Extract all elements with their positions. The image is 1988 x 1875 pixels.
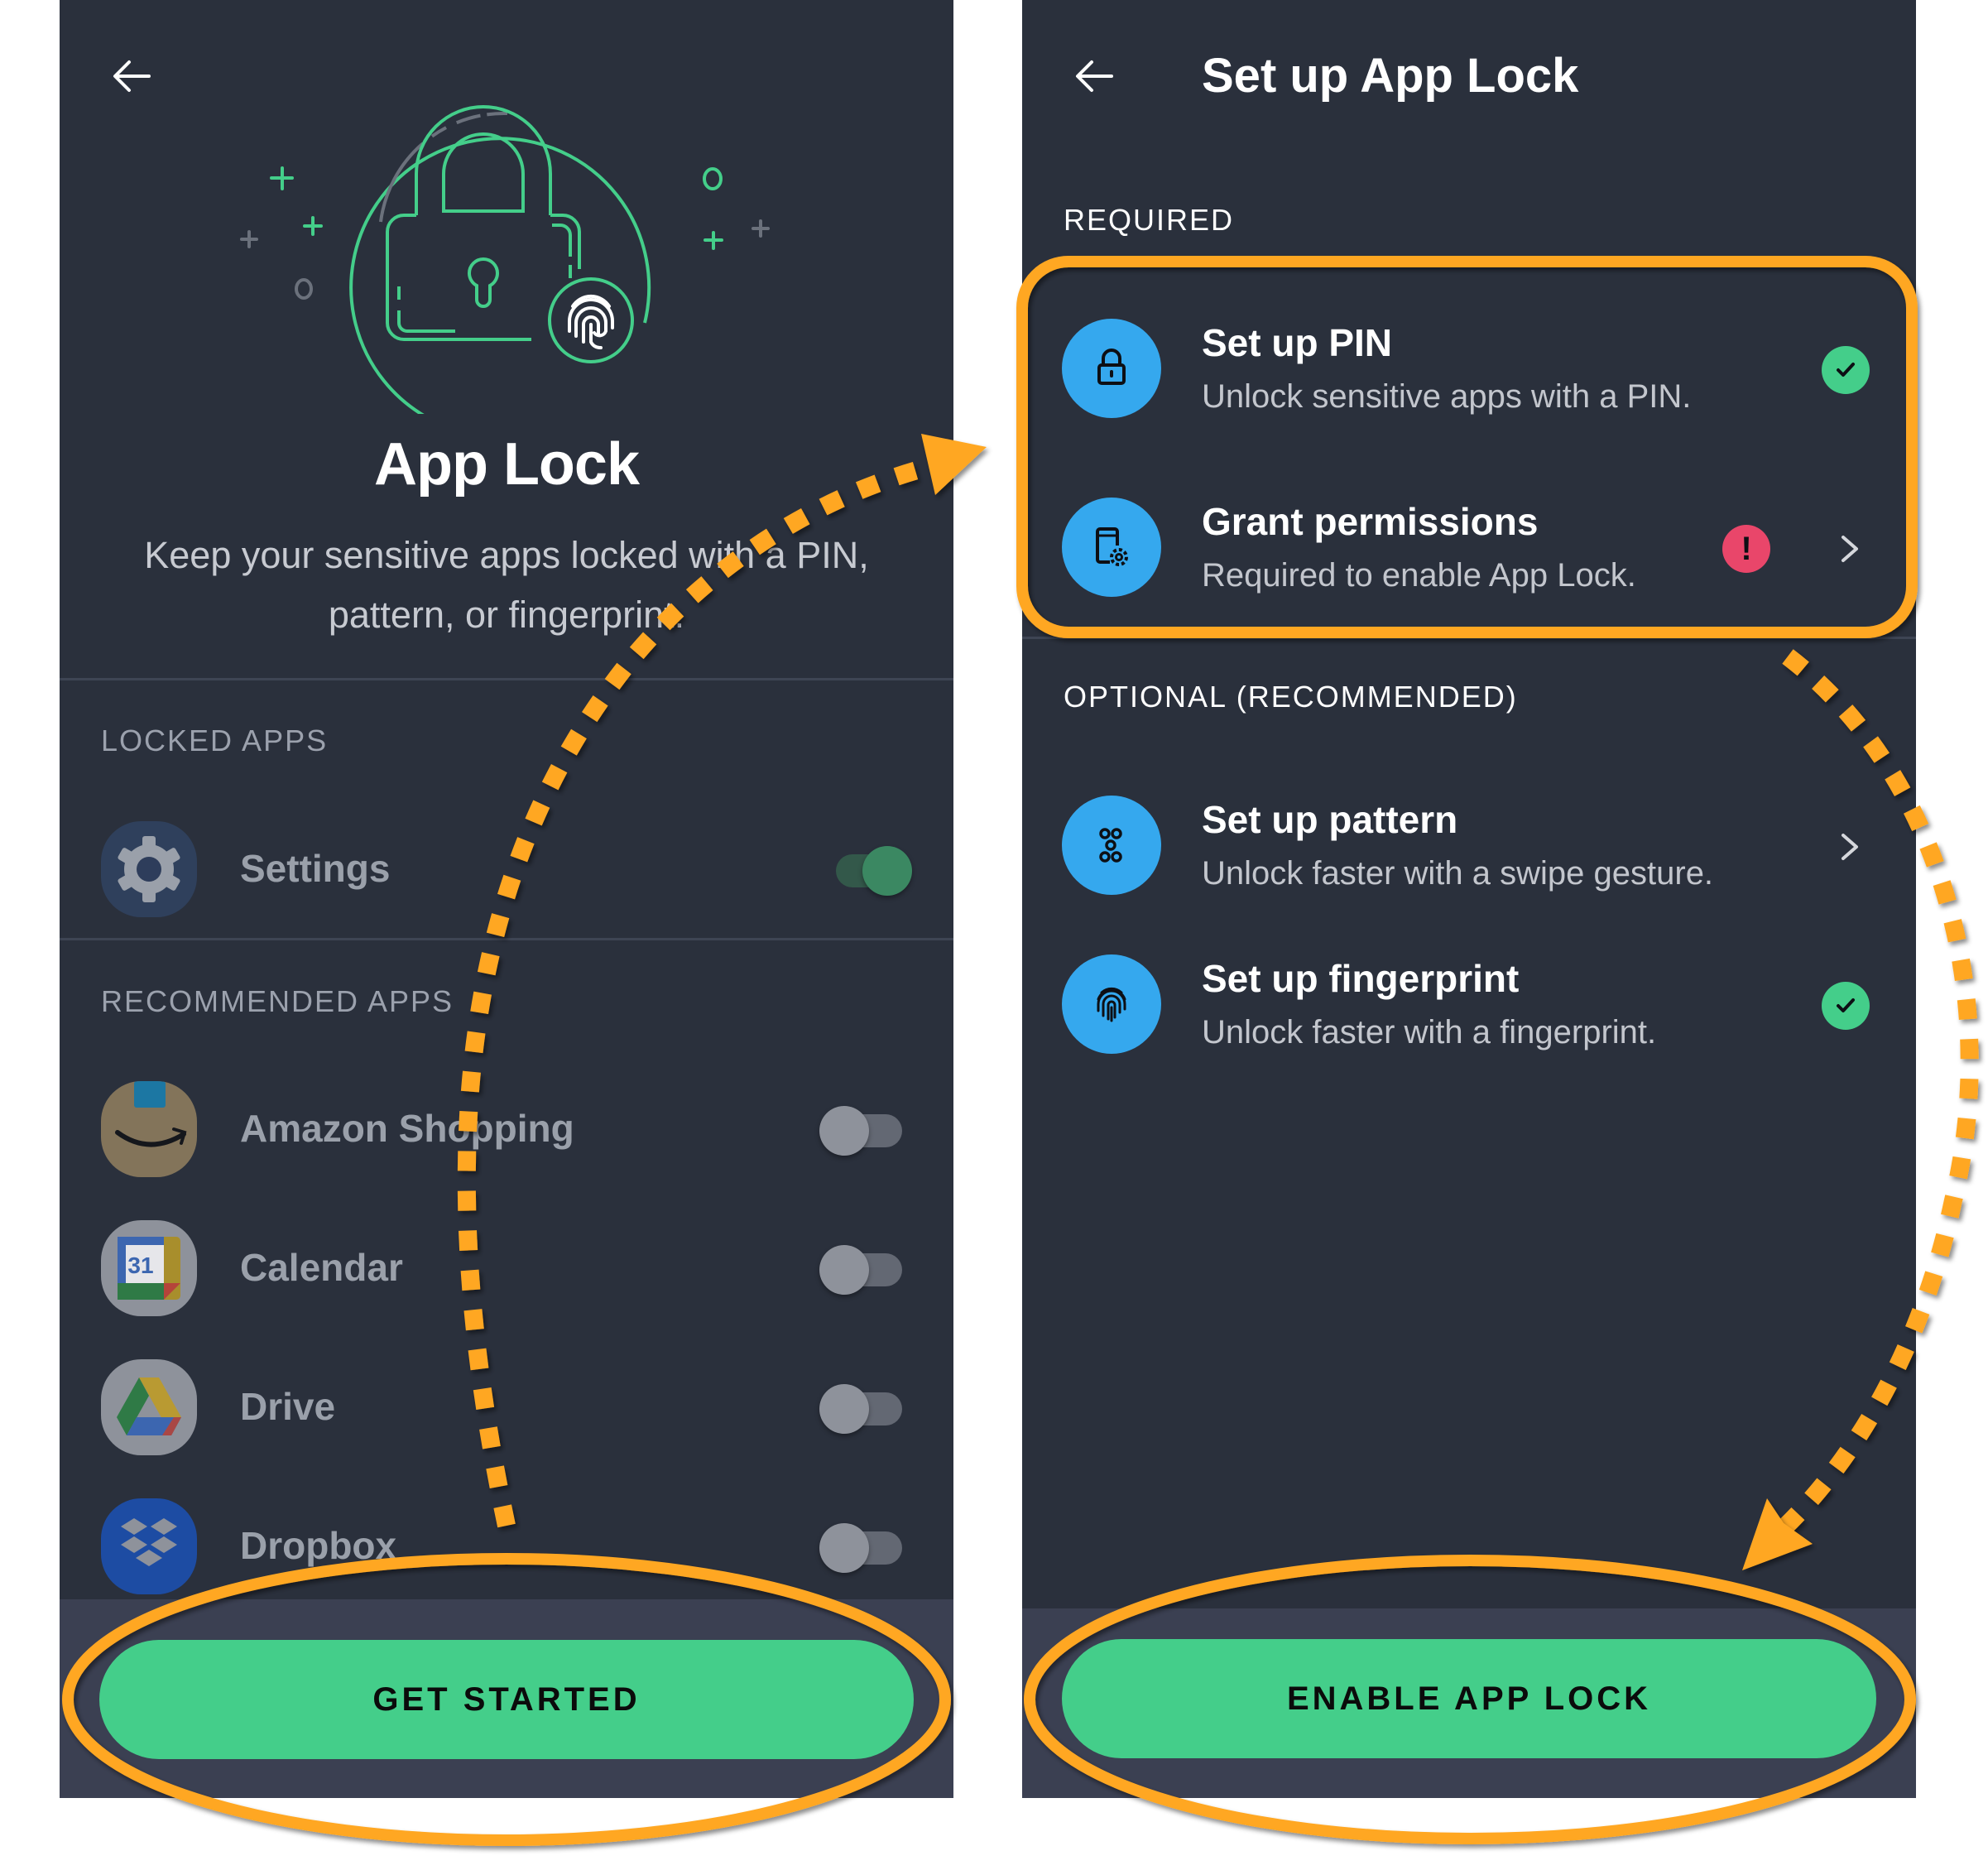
chevron-right-icon [1833,524,1866,574]
padlock-icon [1062,319,1161,418]
phone-settings-icon [1062,498,1161,597]
lock-toggle-amazon-shopping[interactable] [819,1106,902,1156]
check-circle-icon [1822,346,1870,394]
section-label-required: REQUIRED [1064,203,1235,237]
toggle-knob [819,1106,869,1156]
bottom-action-bar: ENABLE APP LOCK [1022,1608,1916,1798]
step-set-up-fingerprint[interactable]: Set up fingerprint Unlock faster with a … [1022,954,1916,1087]
step-description: Unlock sensitive apps with a PIN. [1202,378,1692,415]
settings-gear-icon [101,821,197,917]
hero-illustration [60,83,953,414]
step-title: Set up PIN [1202,321,1393,364]
app-row-dropbox: Dropbox [60,1498,953,1598]
toggle-knob [819,1523,869,1573]
app-lock-intro-screen: App Lock Keep your sensitive apps locked… [60,0,953,1798]
amazon-icon [101,1081,197,1177]
step-description: Unlock faster with a swipe gesture. [1202,855,1714,892]
warning-circle-icon: ! [1722,525,1770,573]
divider [60,938,953,940]
sparkle-decorations [270,166,723,250]
page-subtitle: Keep your sensitive apps locked with a P… [144,534,869,636]
app-row-amazon-shopping: Amazon Shopping [60,1081,953,1180]
app-row-drive: Drive [60,1359,953,1459]
enable-app-lock-button[interactable]: ENABLE APP LOCK [1062,1639,1876,1758]
app-row-settings: Settings [60,821,953,921]
lock-toggle-calendar[interactable] [819,1245,902,1295]
svg-text:31: 31 [127,1252,153,1278]
lock-toggle-settings[interactable] [836,846,915,896]
set-up-app-lock-screen: Set up App Lock REQUIRED Set up PIN Unlo… [1022,0,1916,1798]
toggle-knob [819,1245,869,1295]
chevron-right-icon [1833,822,1866,872]
divider [60,678,953,680]
step-set-up-pin[interactable]: Set up PIN Unlock sensitive apps with a … [1022,319,1916,451]
back-button[interactable] [1070,51,1120,101]
step-title: Set up pattern [1202,798,1458,841]
app-name: Amazon Shopping [240,1107,574,1150]
dropbox-icon [101,1498,197,1594]
calendar-icon: 31 [101,1220,197,1316]
lock-toggle-dropbox[interactable] [819,1523,902,1573]
arrow-left-icon [1076,60,1113,92]
section-label-optional: OPTIONAL (RECOMMENDED) [1064,680,1518,714]
step-grant-permissions[interactable]: Grant permissions Required to enable App… [1022,498,1916,630]
fingerprint-icon [1062,954,1161,1054]
app-name: Settings [240,847,391,890]
step-description: Unlock faster with a fingerprint. [1202,1014,1657,1050]
fingerprint-badge [548,277,634,363]
app-name: Drive [240,1385,336,1428]
page-title: Set up App Lock [1202,49,1579,103]
section-label-recommended-apps: RECOMMENDED APPS [101,984,454,1018]
drive-icon [101,1359,197,1455]
app-name: Dropbox [240,1524,397,1567]
bottom-action-bar: GET STARTED [60,1599,953,1798]
app-name: Calendar [240,1246,403,1289]
pattern-dots-icon [1062,796,1161,895]
step-description: Required to enable App Lock. [1202,557,1636,594]
get-started-button[interactable]: GET STARTED [99,1640,914,1759]
lock-toggle-drive[interactable] [819,1384,902,1434]
step-set-up-pattern[interactable]: Set up pattern Unlock faster with a swip… [1022,796,1916,928]
step-title: Set up fingerprint [1202,957,1520,1000]
app-row-calendar: 31 Calendar [60,1220,953,1320]
padlock-fingerprint-illustration [240,105,770,414]
check-circle-icon [1822,982,1870,1030]
toggle-knob [862,846,912,896]
page-title: App Lock [373,431,640,498]
step-title: Grant permissions [1202,500,1539,543]
divider [1022,637,1916,639]
section-label-locked-apps: LOCKED APPS [101,724,329,757]
toggle-knob [819,1384,869,1434]
